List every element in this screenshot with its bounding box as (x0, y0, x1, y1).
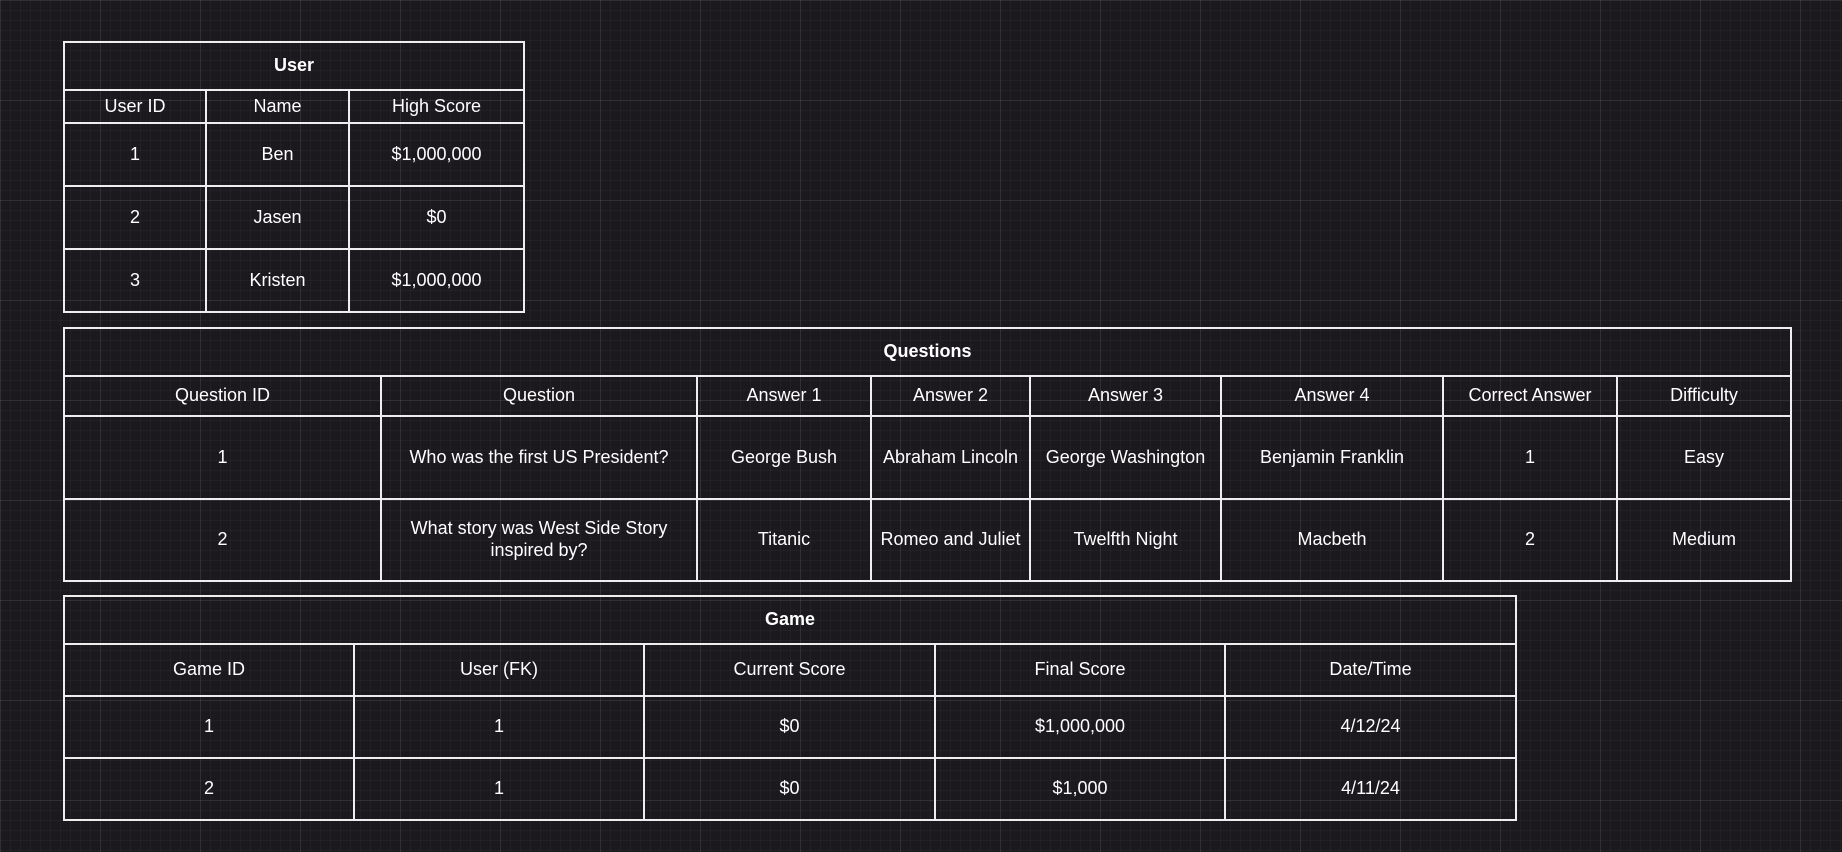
column-header: Game ID (63, 643, 355, 697)
table-cell: $1,000 (934, 757, 1226, 821)
user-table-title: User (62, 41, 526, 91)
table-cell: $0 (347, 185, 526, 250)
table-cell: 4/12/24 (1223, 695, 1518, 759)
table-cell: 2 (63, 498, 382, 582)
table-cell: 2 (63, 757, 355, 821)
table-cell: Jasen (205, 185, 350, 250)
table-cell: Titanic (696, 498, 872, 582)
column-header: Date/Time (1223, 643, 1518, 697)
table-cell: 1 (63, 122, 207, 187)
table-cell: $1,000,000 (934, 695, 1226, 759)
questions-table: Questions Question ID Question Answer 1 … (62, 327, 1793, 582)
table-cell: 1 (353, 695, 645, 759)
table-cell: George Washington (1029, 415, 1222, 500)
column-header: Answer 1 (696, 375, 872, 417)
game-table: Game Game ID User (FK) Current Score Fin… (62, 595, 1518, 821)
table-row: 1 1 $0 $1,000,000 4/12/24 (63, 695, 1518, 759)
column-header: Current Score (643, 643, 936, 697)
table-cell: Easy (1615, 415, 1793, 500)
column-header: High Score (347, 89, 526, 124)
table-cell: Romeo and Juliet (870, 498, 1031, 582)
column-header: Question ID (63, 375, 382, 417)
table-cell: 1 (63, 695, 355, 759)
column-header: Final Score (934, 643, 1226, 697)
table-cell: 1 (63, 415, 382, 500)
column-header: Name (205, 89, 350, 124)
table-cell: 1 (1442, 415, 1618, 500)
column-header: Answer 2 (870, 375, 1031, 417)
table-cell: $0 (643, 695, 936, 759)
column-header: User ID (63, 89, 207, 124)
column-header: Answer 4 (1220, 375, 1444, 417)
column-header: Difficulty (1615, 375, 1793, 417)
table-cell: Ben (205, 122, 350, 187)
table-cell: $1,000,000 (347, 122, 526, 187)
table-row: 3 Kristen $1,000,000 (63, 248, 526, 313)
table-cell: Kristen (205, 248, 350, 313)
table-row: 2 Jasen $0 (63, 185, 526, 250)
table-cell: Abraham Lincoln (870, 415, 1031, 500)
table-cell: Medium (1615, 498, 1793, 582)
table-row: 1 Ben $1,000,000 (63, 122, 526, 187)
table-row: 2 1 $0 $1,000 4/11/24 (63, 757, 1518, 821)
column-header: Answer 3 (1029, 375, 1222, 417)
table-cell: $1,000,000 (347, 248, 526, 313)
table-cell: 1 (353, 757, 645, 821)
table-cell: Twelfth Night (1029, 498, 1222, 582)
column-header: Correct Answer (1442, 375, 1618, 417)
table-cell: $0 (643, 757, 936, 821)
table-cell: Who was the first US President? (380, 415, 698, 500)
column-header: Question (380, 375, 698, 417)
user-header-row: User ID Name High Score (63, 89, 526, 124)
table-row: 2 What story was West Side Story inspire… (63, 498, 1793, 582)
table-cell: Macbeth (1220, 498, 1444, 582)
column-header: User (FK) (353, 643, 645, 697)
game-header-row: Game ID User (FK) Current Score Final Sc… (63, 643, 1518, 697)
questions-table-title: Questions (62, 327, 1793, 377)
questions-header-row: Question ID Question Answer 1 Answer 2 A… (63, 375, 1793, 417)
table-cell: 2 (1442, 498, 1618, 582)
table-cell: 4/11/24 (1223, 757, 1518, 821)
table-cell: 2 (63, 185, 207, 250)
table-cell: Benjamin Franklin (1220, 415, 1444, 500)
user-table: User User ID Name High Score 1 Ben $1,00… (62, 41, 526, 313)
table-cell: 3 (63, 248, 207, 313)
game-table-title: Game (62, 595, 1518, 645)
table-cell: What story was West Side Story inspired … (380, 498, 698, 582)
table-row: 1 Who was the first US President? George… (63, 415, 1793, 500)
table-cell: George Bush (696, 415, 872, 500)
